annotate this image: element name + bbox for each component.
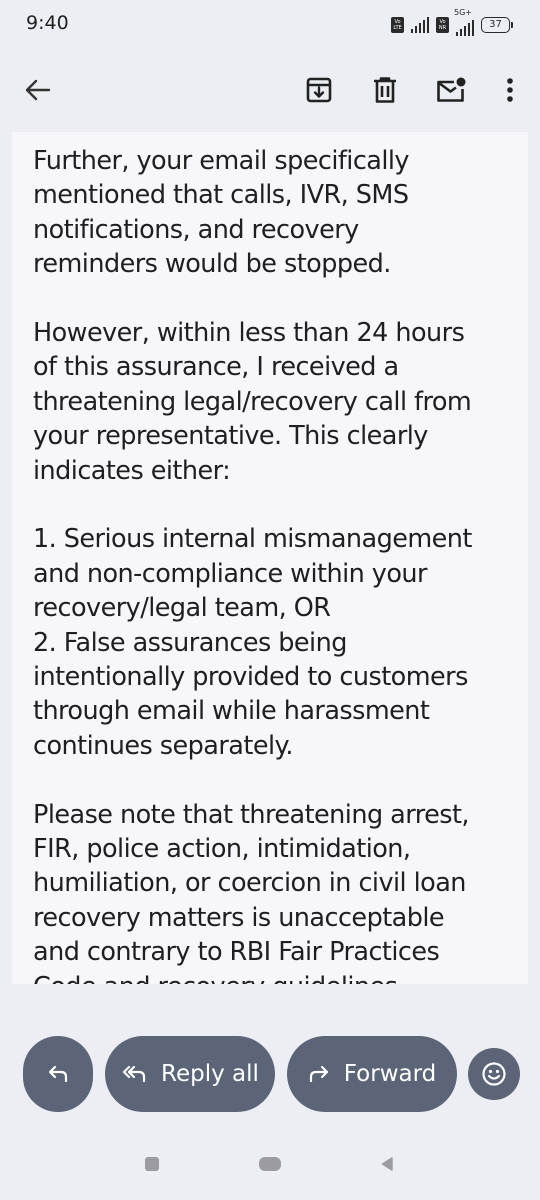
emoji-reaction-button[interactable] — [468, 1048, 520, 1100]
network-type: 5G+ — [454, 8, 472, 17]
email-text-line: indicates either: — [33, 455, 231, 486]
more-vertical-icon — [507, 78, 513, 102]
email-text-line: recovery/legal team, OR — [33, 593, 331, 624]
email-actions: Reply all Forward — [0, 1036, 540, 1114]
recent-apps-button[interactable] — [145, 1157, 159, 1171]
forward-label: Forward — [343, 1061, 437, 1087]
email-text-line: Please note that threatening arrest, — [33, 799, 470, 830]
email-text-line: your representative. This clearly — [33, 421, 428, 452]
delete-button[interactable] — [361, 66, 409, 114]
email-text-line: 1. Serious internal mismanagement — [33, 524, 472, 555]
email-text-line: recovery matters is unacceptable — [33, 902, 445, 933]
sim2-signal-icon: 5G+ — [454, 8, 474, 36]
email-text-line: FIR, police action, intimidation, — [33, 834, 411, 865]
email-text-line: and contrary to RBI Fair Practices — [33, 937, 440, 968]
reply-all-label: Reply all — [161, 1061, 259, 1087]
email-paragraph: Further, your email specifically mentione… — [33, 144, 513, 282]
email-text-line: intentionally provided to customers — [33, 662, 468, 693]
status-icons: Vo LTE Vo NR 5G+ 37 — [391, 8, 513, 36]
email-text-line: Further, your email specifically — [33, 146, 410, 176]
system-back-button[interactable] — [380, 1157, 394, 1171]
email-paragraph: Please note that threatening arrest, FIR,… — [33, 798, 513, 984]
status-bar: 9:40 Vo LTE Vo NR 5G+ 37 — [0, 0, 540, 52]
email-text-line: reminders would be stopped. — [33, 249, 391, 280]
email-text-line: 2. False assurances being — [33, 627, 347, 658]
email-text-line: threatening legal/recovery call from — [33, 386, 472, 417]
system-navigation-bar — [0, 1140, 540, 1200]
reply-icon — [48, 1065, 68, 1083]
email-paragraph: However, within less than 24 hours of thi… — [33, 316, 513, 488]
reply-button[interactable] — [23, 1036, 93, 1112]
sim1-signal-icon — [411, 17, 429, 33]
volte-lte-bottom: LTE — [393, 25, 402, 31]
forward-icon — [309, 1065, 328, 1083]
email-text-line: humiliation, or coercion in civil loan — [33, 868, 466, 899]
trash-icon — [374, 77, 396, 103]
email-text-line: However, within less than 24 hours — [33, 318, 465, 349]
back-button[interactable] — [14, 66, 62, 114]
arrow-left-icon — [25, 79, 51, 101]
email-text-line: continues separately. — [33, 730, 294, 761]
home-button[interactable] — [259, 1157, 281, 1171]
email-text-line: mentioned that calls, IVR, SMS — [33, 180, 409, 211]
email-body: Further, your email specifically mentione… — [33, 144, 513, 984]
volte-nr-icon: Vo NR — [436, 17, 449, 33]
email-text-line: and non-compliance within your — [33, 558, 427, 589]
email-text-line: notifications, and recovery — [33, 214, 359, 245]
more-options-button[interactable] — [486, 66, 534, 114]
email-paragraph: 1. Serious internal mismanagement and non… — [33, 522, 513, 763]
email-text-line: Code and recovery guidelines. — [33, 970, 513, 984]
status-time: 9:40 — [26, 12, 69, 34]
emoji-icon — [482, 1062, 506, 1086]
email-toolbar — [0, 52, 540, 128]
archive-button[interactable] — [295, 66, 343, 114]
battery-icon: 37 — [481, 17, 513, 33]
email-text-line: through email while harassment — [33, 696, 430, 727]
mark-unread-icon — [437, 77, 466, 102]
volte-lte-icon: Vo LTE — [391, 17, 404, 33]
back-triangle-icon — [381, 1157, 393, 1171]
reply-all-button[interactable]: Reply all — [105, 1036, 275, 1112]
volte-nr-bottom: NR — [438, 25, 447, 31]
forward-button[interactable]: Forward — [287, 1036, 457, 1112]
mark-unread-button[interactable] — [427, 66, 475, 114]
battery-level: 37 — [489, 19, 502, 30]
archive-icon — [306, 77, 332, 103]
reply-all-icon — [122, 1065, 146, 1083]
email-body-card: Further, your email specifically mentione… — [12, 132, 528, 984]
email-text-line: of this assurance, I received a — [33, 352, 399, 383]
